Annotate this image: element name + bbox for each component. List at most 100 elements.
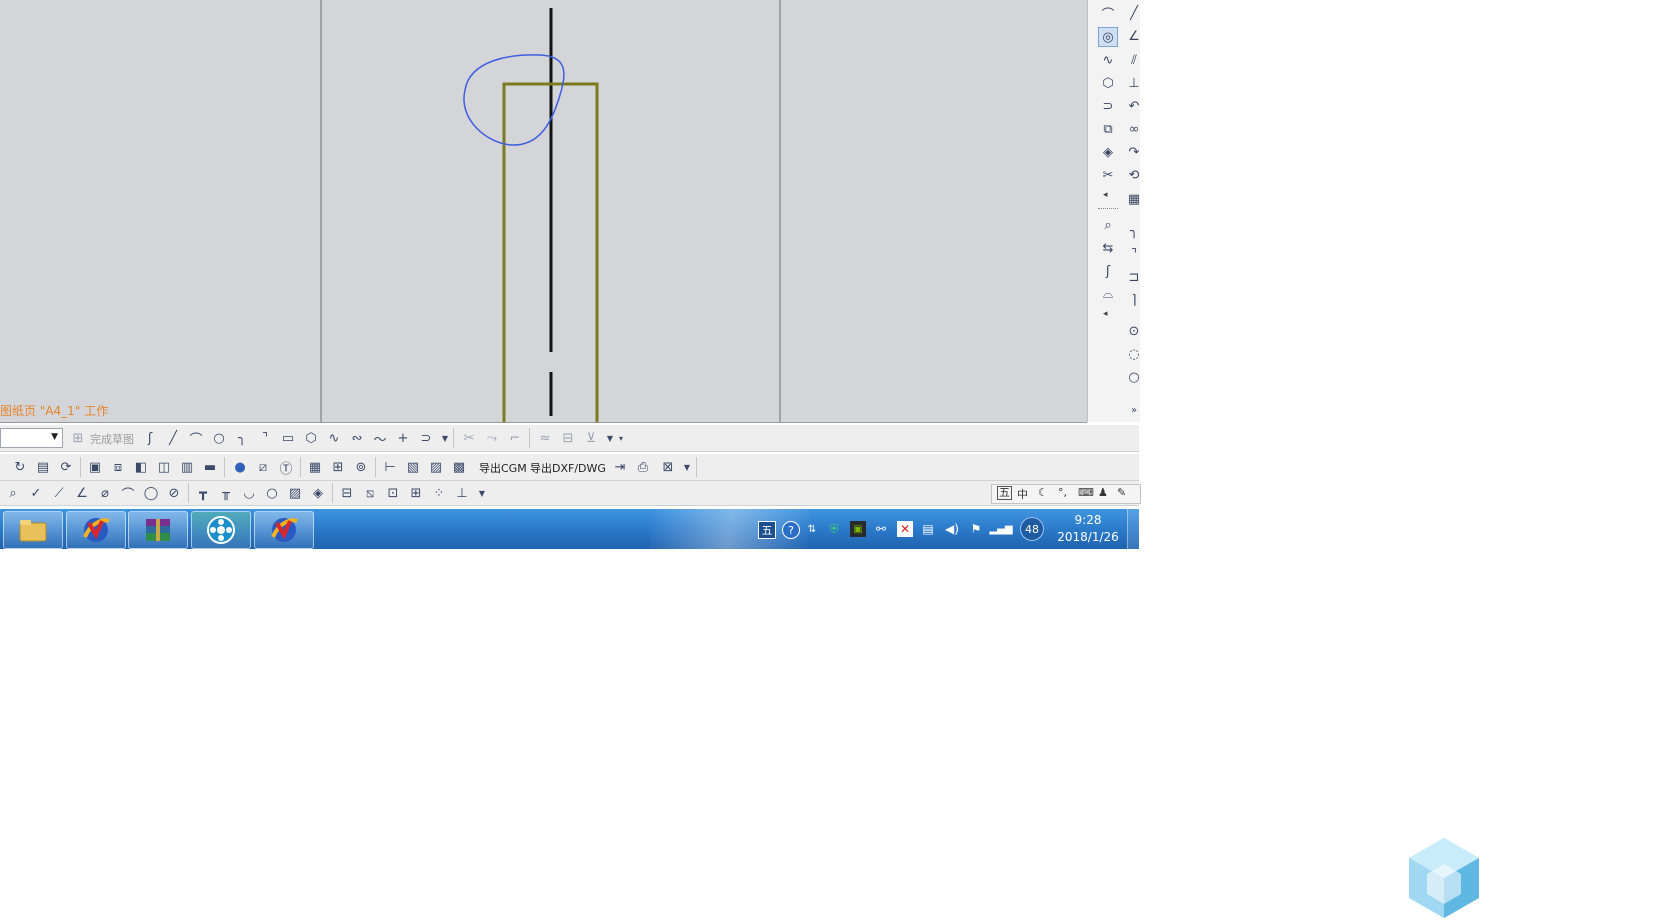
studio-spline-icon[interactable]: ∿ — [325, 429, 343, 447]
rectangle-icon[interactable]: ▭ — [279, 429, 297, 447]
chinese-mode-icon[interactable]: 中 — [1017, 486, 1028, 502]
more-arrow-icon[interactable]: ◂ — [1103, 190, 1108, 200]
extend-icon[interactable]: ⤳ — [483, 429, 501, 447]
slash-icon[interactable]: ⧄ — [254, 458, 272, 476]
constraint-icon[interactable]: ⊟ — [559, 429, 577, 447]
arc-icon[interactable]: ⌒ — [1099, 4, 1117, 23]
file-explorer-button[interactable] — [3, 511, 63, 549]
link-icon[interactable]: ⊘ — [165, 484, 183, 502]
frame-icon[interactable]: ⊡ — [384, 484, 402, 502]
detail-view-icon[interactable]: ◫ — [155, 458, 173, 476]
fillet-curve-icon[interactable]: ↶ — [1125, 97, 1143, 115]
wubi-tray-icon[interactable]: 五 — [758, 521, 776, 539]
measure-arc-icon[interactable]: ⌒ — [119, 484, 137, 503]
wubi-icon[interactable]: 五 — [997, 486, 1012, 500]
shield-icon[interactable]: ⛨ — [826, 521, 842, 537]
dimension-icon[interactable]: ⊢ — [381, 458, 399, 476]
clock-time[interactable]: 9:28 — [1058, 513, 1118, 527]
display-constraints-icon[interactable]: ⊻ — [582, 429, 600, 447]
joint-icon[interactable]: ʃ — [1099, 262, 1117, 280]
perpendicular-icon[interactable]: ⊥ — [1125, 74, 1143, 92]
network-adapter-icon[interactable]: ⚯ — [873, 521, 889, 537]
keyboard-icon[interactable]: ⌨ — [1078, 486, 1094, 499]
nx-app-button[interactable] — [66, 511, 126, 549]
revolve-icon[interactable]: ◈ — [1099, 143, 1117, 161]
nx-app-button-2[interactable] — [254, 511, 314, 549]
circle-tangent-icon[interactable]: ◌ — [1125, 345, 1143, 363]
winrar-button[interactable] — [128, 511, 188, 549]
fillet-icon[interactable]: ╮ — [1125, 222, 1143, 240]
balloon-icon[interactable]: ▨ — [427, 458, 445, 476]
expand-tray-icon[interactable]: ⇅ — [804, 521, 820, 537]
expand-icon[interactable]: » — [1125, 401, 1143, 419]
point-icon[interactable]: + — [394, 429, 412, 447]
image-icon[interactable]: ▩ — [450, 458, 468, 476]
half-width-moon-icon[interactable]: ☾ — [1038, 486, 1048, 499]
table-icon[interactable]: ▦ — [306, 458, 324, 476]
measure-radius-icon[interactable]: ⌀ — [96, 484, 114, 502]
curve-icon[interactable]: 〜 — [371, 429, 389, 448]
fillet-icon[interactable]: ╮ — [233, 429, 251, 447]
profile-icon[interactable]: ʃ — [141, 429, 159, 447]
corner-icon[interactable]: ⊐ — [1125, 268, 1143, 286]
corner-icon[interactable]: ⌐ — [506, 429, 524, 447]
diamond-icon[interactable]: ◈ — [309, 484, 327, 502]
tangent-arc-icon[interactable]: ↷ — [1125, 143, 1143, 161]
sphere-icon[interactable]: ● — [231, 458, 249, 476]
chevron-down-icon[interactable]: ▼ — [51, 432, 58, 442]
bridge-icon[interactable]: ⌓ — [1099, 285, 1117, 303]
datum-icon[interactable]: ⊟ — [338, 484, 356, 502]
update-icon[interactable]: ⟳ — [57, 458, 75, 476]
text-box-icon[interactable]: Ⓣ — [277, 458, 295, 477]
speaker-icon[interactable]: ◀) — [944, 521, 960, 537]
speedometer-icon[interactable]: 48 — [1020, 517, 1044, 541]
offset-icon[interactable]: ⊃ — [417, 429, 435, 447]
user-icon[interactable]: ♟ — [1098, 486, 1108, 499]
trim-icon[interactable]: ✂ — [1099, 166, 1117, 184]
fit-spline-icon[interactable]: ∾ — [348, 429, 366, 447]
line-icon[interactable]: ╱ — [1125, 4, 1143, 22]
chevron-down-icon[interactable]: ▼ — [473, 484, 491, 502]
ordinate-icon[interactable]: ⊞ — [407, 484, 425, 502]
spline-icon[interactable]: ∿ — [1099, 51, 1117, 69]
media-player-button[interactable] — [191, 511, 251, 549]
tangent-circle-icon[interactable]: ⟲ — [1125, 166, 1143, 184]
chevron-down-icon[interactable]: ▼ — [678, 458, 696, 476]
sketch-circle[interactable] — [463, 54, 565, 146]
open-sheet-icon[interactable]: ▤ — [34, 458, 52, 476]
section-view-icon[interactable]: ▥ — [178, 458, 196, 476]
circle-3pt-icon[interactable]: ◎ — [1098, 27, 1118, 47]
print-icon[interactable]: ⎙ — [634, 458, 652, 476]
datum-feature-icon[interactable]: ⧅ — [361, 484, 379, 502]
nvidia-icon[interactable]: ▣ — [850, 521, 866, 537]
base-view-icon[interactable]: ⧈ — [109, 458, 127, 476]
chain-icon[interactable]: ∞ — [1125, 120, 1143, 138]
more-arrow-icon[interactable]: ◂ — [1103, 309, 1108, 319]
column-icon[interactable]: ┳ — [194, 484, 212, 502]
offset-curve-icon[interactable]: ⊃ — [1099, 97, 1117, 115]
close-box-icon[interactable]: ⊠ — [659, 458, 677, 476]
finish-sketch-icon[interactable]: ⊞ — [69, 429, 87, 447]
zoom-window-icon[interactable]: ⌕ — [4, 484, 22, 502]
measure-angle-icon[interactable]: ∠ — [73, 484, 91, 502]
grid-dots-icon[interactable]: ⁘ — [430, 484, 448, 502]
circle-measure-icon[interactable]: ◯ — [142, 484, 160, 502]
hatch-icon[interactable]: ▨ — [286, 484, 304, 502]
break-view-icon[interactable]: ▬ — [201, 458, 219, 476]
circle-center-icon[interactable]: ⊙ — [1125, 322, 1143, 340]
wrench-icon[interactable]: ✎ — [1117, 486, 1126, 499]
flag-icon[interactable]: ⚑ — [968, 521, 984, 537]
clock-date[interactable]: 2018/1/26 — [1050, 530, 1126, 544]
toolbar-options-icon[interactable]: ▾ — [612, 429, 630, 447]
arc-icon[interactable]: ⌒ — [187, 429, 205, 448]
clipboard-icon[interactable]: ▤ — [920, 521, 936, 537]
export-dxf-button[interactable]: 导出DXF/DWG — [530, 460, 606, 476]
chamfer-icon[interactable]: ⌝ — [1125, 245, 1143, 263]
chamfer-icon[interactable]: ⌝ — [256, 429, 274, 447]
export-cgm-button[interactable]: 导出CGM — [479, 460, 527, 476]
note-icon[interactable]: ▧ — [404, 458, 422, 476]
trim-icon[interactable]: ✂ — [460, 429, 478, 447]
insert-table-icon[interactable]: ⊞ — [329, 458, 347, 476]
filter-combobox[interactable]: ▼ — [0, 428, 63, 448]
polygon-icon[interactable]: ⬡ — [302, 429, 320, 447]
